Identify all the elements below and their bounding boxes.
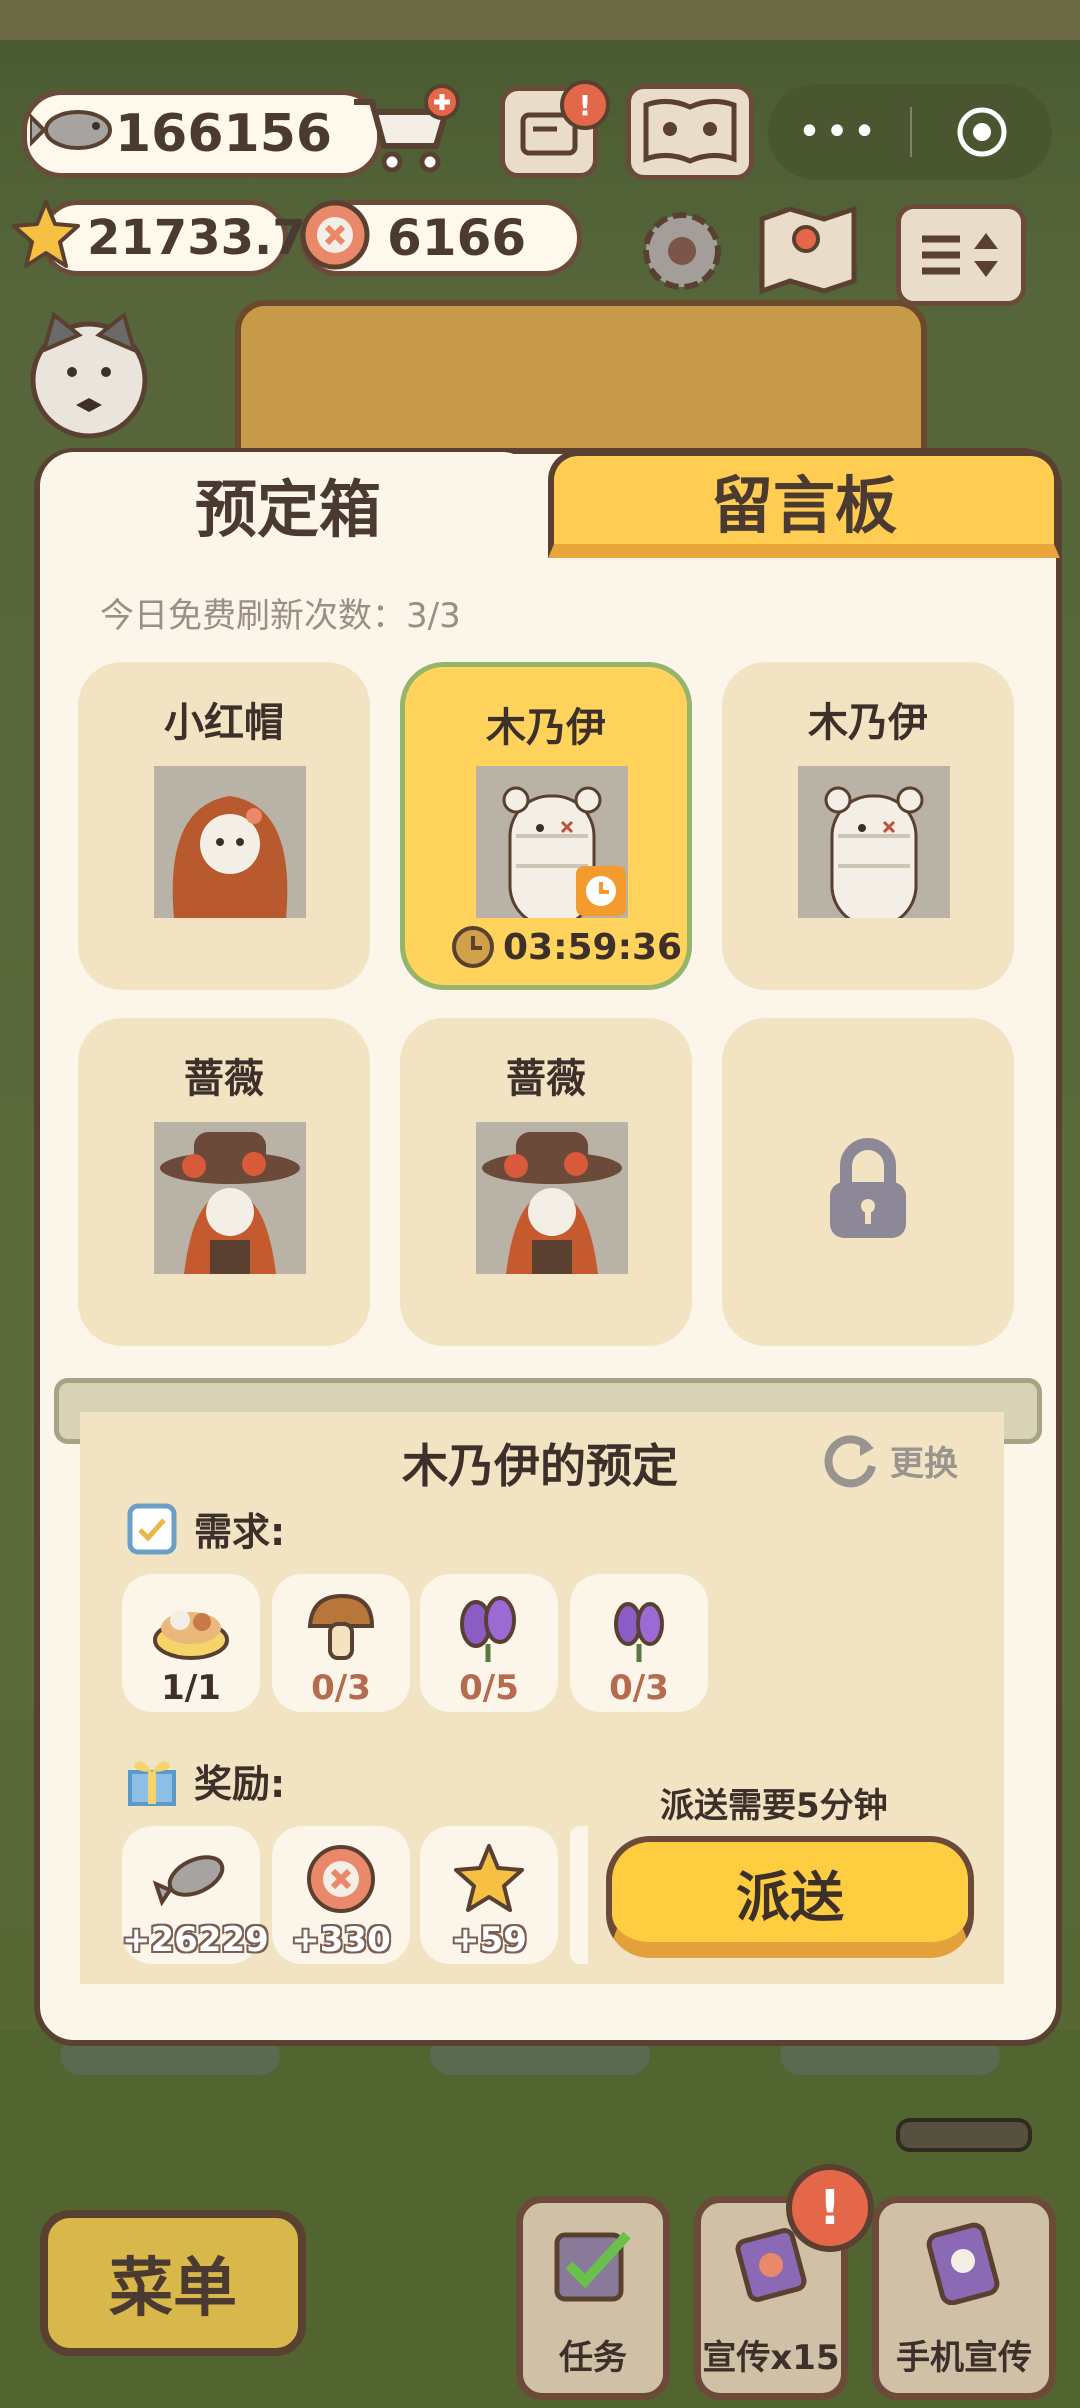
timer-icon	[452, 926, 494, 968]
tasks-button[interactable]: 任务	[516, 2196, 670, 2400]
requirements-heading: 需求:	[124, 1500, 285, 1556]
reservation-card-rose[interactable]: 蔷薇	[400, 1018, 692, 1346]
shop-cart-icon[interactable]	[350, 84, 460, 176]
phone-promote-button[interactable]: 手机宣传	[872, 2196, 1056, 2400]
mummy-portrait	[476, 766, 628, 918]
reward-qty: +330	[291, 1920, 391, 1960]
card-name: 蔷薇	[506, 1056, 586, 1102]
catalog-button[interactable]	[626, 84, 754, 180]
star-icon	[454, 1844, 524, 1912]
requirement-item-purple-flower[interactable]: 0/3	[570, 1574, 708, 1712]
sort-icon	[922, 233, 998, 277]
tab-message-board[interactable]: 留言板	[548, 450, 1060, 558]
coin-icon	[300, 200, 370, 270]
countdown: 03:59:36	[451, 925, 682, 969]
fish-count: 166156	[115, 104, 333, 164]
reward-qty: +26229	[122, 1920, 269, 1960]
mushroom-icon	[307, 1593, 375, 1660]
little-red-hood-portrait	[154, 766, 306, 918]
menu-button[interactable]: 菜单	[40, 2210, 306, 2356]
requirement-qty: 1/1	[161, 1668, 221, 1708]
requirement-qty: 0/3	[609, 1668, 669, 1708]
reward-scroll-peek	[570, 1826, 588, 1964]
reservation-card-mummy-selected[interactable]: 木乃伊 03:59:36	[400, 662, 692, 990]
swap-label: 更换	[890, 1443, 958, 1484]
reservation-card-little-red-hood[interactable]: 小红帽	[78, 662, 370, 990]
reward-item-coin: +330	[272, 1826, 410, 1964]
locked-slot[interactable]	[722, 1018, 1014, 1346]
fish-icon	[152, 1855, 225, 1907]
card-name: 蔷薇	[184, 1056, 264, 1102]
settings-button[interactable]	[636, 206, 726, 296]
rose-portrait	[476, 1122, 628, 1274]
star-count: 21733.7	[87, 210, 306, 266]
paw-book-icon	[643, 99, 737, 164]
reward-item-fish: +26229	[122, 1826, 269, 1964]
card-name: 小红帽	[164, 700, 284, 746]
hut-roof	[235, 300, 927, 462]
rewards-heading: 奖励:	[124, 1752, 285, 1808]
clock-badge-icon	[576, 866, 626, 916]
map-button[interactable]	[756, 204, 860, 296]
coin-count: 6166	[387, 209, 527, 267]
requirements-label: 需求:	[194, 1509, 286, 1554]
promote-alert-badge: !	[786, 2164, 874, 2252]
task-checklist-icon	[554, 2231, 631, 2302]
clipboard-icon	[127, 1503, 177, 1555]
reservation-card-rose[interactable]: 蔷薇	[78, 1018, 370, 1346]
refresh-icon	[824, 1435, 876, 1488]
top-fence	[0, 0, 1080, 40]
gear-icon	[643, 212, 721, 290]
lock-icon	[830, 1138, 906, 1238]
phone-promo-icon	[926, 2222, 1000, 2306]
map-icon	[759, 205, 857, 295]
reward-item-star: +59	[420, 1826, 558, 1964]
drawer-handle[interactable]	[896, 2118, 1032, 2152]
dispatch-time-note: 派送需要5分钟	[660, 1786, 888, 1826]
sort-button[interactable]	[896, 204, 1026, 306]
card-name: 木乃伊	[486, 705, 606, 751]
close-target-icon[interactable]	[912, 104, 1052, 160]
gift-icon	[128, 1761, 176, 1806]
requirement-item-purple-flower[interactable]: 0/5	[420, 1574, 558, 1712]
swap-button[interactable]: 更换	[824, 1432, 958, 1488]
miniprogram-capsule: •••	[768, 84, 1052, 180]
fish-icon	[30, 110, 112, 150]
reservation-card-mummy[interactable]: 木乃伊	[722, 662, 1014, 990]
requirement-item-mushroom[interactable]: 0/3	[272, 1574, 410, 1712]
cat-avatar-icon[interactable]	[24, 310, 154, 440]
free-refresh-count: 今日免费刷新次数：3/3	[100, 596, 461, 636]
more-menu-icon[interactable]: •••	[768, 109, 910, 155]
rose-portrait	[154, 1122, 306, 1274]
card-name: 木乃伊	[808, 700, 928, 746]
dish-icon	[153, 1610, 229, 1660]
requirement-qty: 0/5	[459, 1668, 519, 1708]
promote-label: 宣传x15	[702, 2338, 840, 2378]
requirement-qty: 0/3	[311, 1668, 371, 1708]
tasks-label: 任务	[559, 2338, 627, 2378]
dispatch-button[interactable]: 派送	[606, 1836, 974, 1958]
mummy-portrait	[798, 766, 950, 918]
rewards-label: 奖励:	[194, 1761, 286, 1806]
purple-flower-icon	[614, 1602, 664, 1662]
requirement-item-dish[interactable]: 1/1	[122, 1574, 260, 1712]
mail-alert-badge: !	[560, 80, 610, 130]
phone-promote-label: 手机宣传	[896, 2338, 1032, 2378]
tab-reservation-box[interactable]: 预定箱	[40, 452, 536, 556]
reward-qty: +59	[451, 1920, 527, 1960]
purple-flower-icon	[460, 1596, 516, 1662]
coin-icon	[307, 1845, 375, 1913]
star-icon	[12, 200, 80, 268]
countdown-text: 03:59:36	[503, 926, 683, 968]
